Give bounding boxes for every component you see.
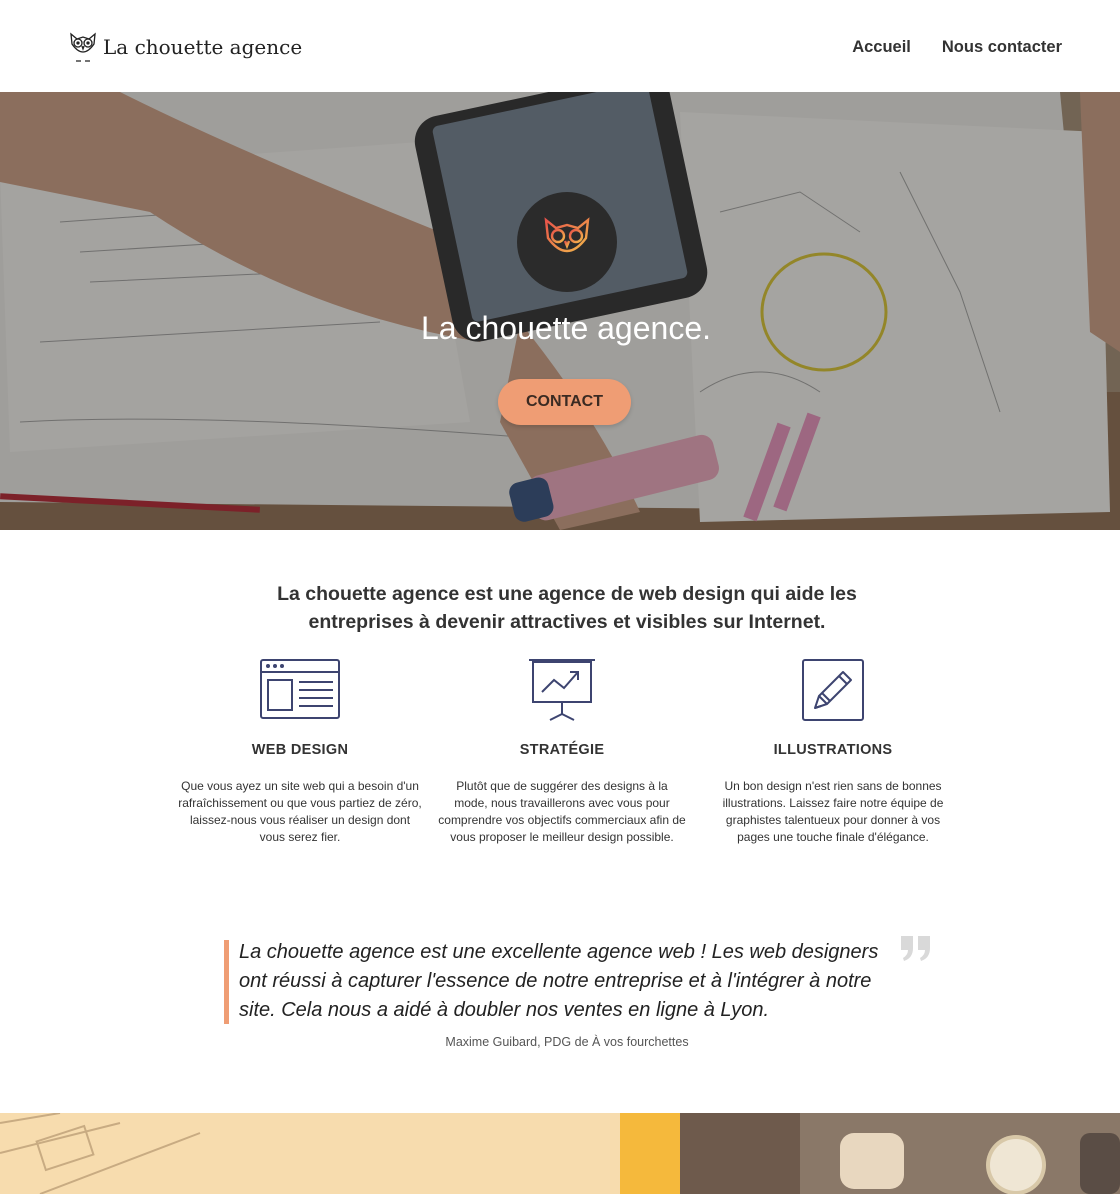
service-description: Que vous ayez un site web qui a besoin d… [178, 779, 422, 844]
service-description: Plutôt que de suggérer des designs à la … [438, 779, 686, 844]
hero-owl-badge [517, 192, 617, 292]
main-nav: Accueil Nous contacter [852, 38, 1062, 57]
bottom-image-band [0, 1113, 1120, 1194]
strategy-chart-icon [529, 659, 595, 721]
service-illustrations: ILLUSTRATIONS Un bon design n'est rien s… [707, 658, 959, 846]
logo-text: La chouette agence [103, 35, 303, 59]
quote-accent-bar [224, 940, 229, 1024]
contact-button[interactable]: CONTACT [498, 379, 631, 425]
service-description: Un bon design n'est rien sans de bonnes … [722, 779, 944, 844]
hero-section: La chouette agence. CONTACT [0, 92, 1120, 530]
service-title: WEB DESIGN [251, 742, 349, 758]
quote-mark-icon [901, 936, 930, 961]
site-header: La chouette agence Accueil Nous contacte… [0, 0, 1120, 92]
owl-icon [544, 217, 590, 268]
intro-text: La chouette agence est une agence de web… [277, 583, 857, 633]
bottom-background-image [0, 1113, 1120, 1194]
testimonial-author: Maxime Guibard, PDG de À vos fourchettes [445, 1035, 689, 1049]
testimonial-quote: La chouette agence est une excellente ag… [239, 941, 879, 1021]
nav-accueil-link[interactable]: Accueil [852, 38, 911, 57]
web-design-icon [260, 659, 340, 719]
pencil-icon [802, 659, 864, 721]
service-web-design: WEB DESIGN Que vous ayez un site web qui… [174, 658, 426, 846]
hero-title: La chouette agence. [420, 310, 711, 346]
site-logo[interactable]: La chouette agence [68, 30, 302, 64]
nav-contact-link[interactable]: Nous contacter [942, 38, 1062, 57]
owl-logo-icon [70, 32, 96, 62]
service-title: ILLUSTRATIONS [773, 742, 893, 758]
service-strategie: STRATÉGIE Plutôt que de suggérer des des… [436, 658, 688, 846]
service-title: STRATÉGIE [519, 742, 605, 758]
